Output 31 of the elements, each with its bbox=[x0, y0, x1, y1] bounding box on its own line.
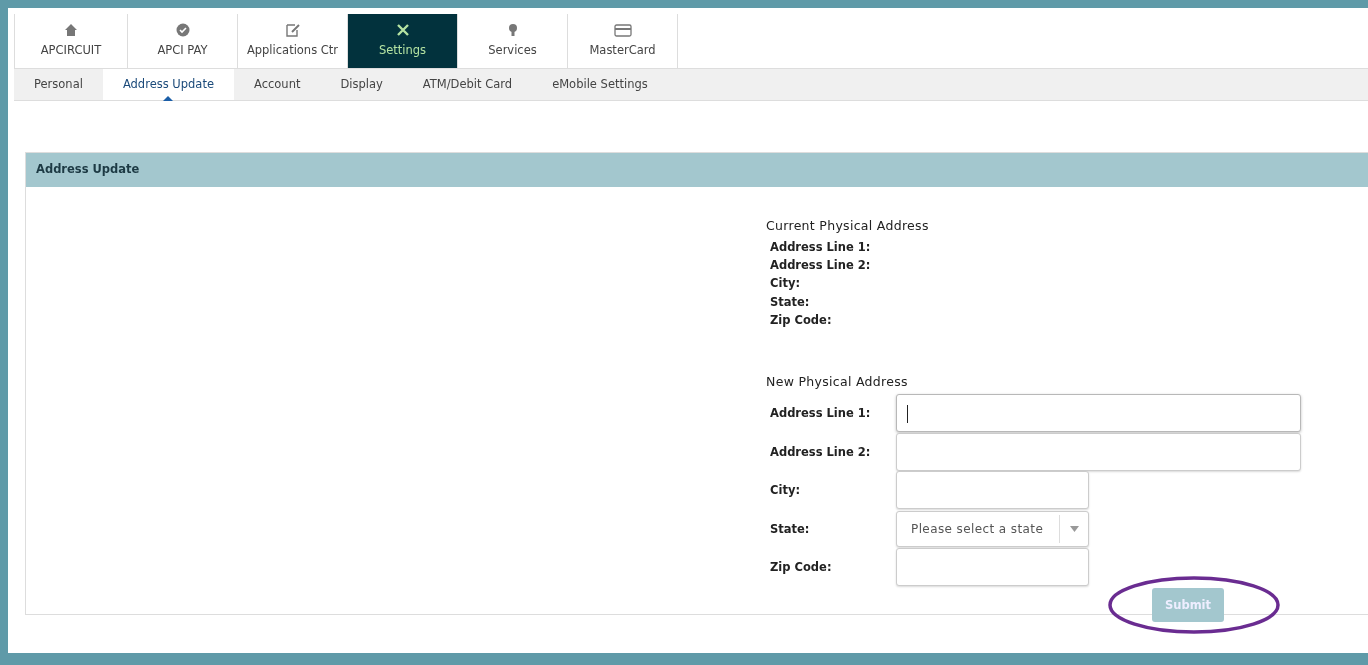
section-heading: New Physical Address bbox=[766, 373, 909, 392]
caret-icon bbox=[1069, 525, 1079, 532]
main-tab[interactable]: Settings bbox=[348, 14, 458, 68]
field-label: Address Line 2: bbox=[769, 443, 872, 461]
state-select[interactable]: Please select a state bbox=[896, 510, 1089, 547]
check-circle-icon bbox=[174, 22, 191, 39]
field-label: Address Line 2: bbox=[769, 257, 872, 275]
section-heading: Current Physical Address bbox=[766, 217, 930, 235]
field-label: Address Line 1: bbox=[769, 238, 872, 256]
sub-tab[interactable]: Account bbox=[234, 69, 321, 100]
field-label: Address Line 1: bbox=[769, 405, 872, 423]
input-field[interactable] bbox=[896, 432, 1301, 471]
main-tab[interactable]: APCIRCUIT bbox=[14, 14, 128, 68]
field-label: State: bbox=[769, 293, 811, 311]
sub-tab[interactable]: Display bbox=[320, 69, 403, 100]
input-field[interactable] bbox=[896, 548, 1089, 587]
field-label: City: bbox=[769, 482, 801, 500]
sub-tab[interactable]: eMobile Settings bbox=[532, 69, 668, 100]
input-field[interactable] bbox=[896, 471, 1089, 510]
sub-tab[interactable]: Address Update bbox=[102, 69, 234, 100]
edit-icon bbox=[284, 22, 301, 39]
card-icon bbox=[613, 22, 632, 39]
field-label: State: bbox=[769, 520, 811, 538]
input-field[interactable] bbox=[896, 394, 1301, 433]
field-label: City: bbox=[769, 275, 801, 293]
home-icon bbox=[63, 22, 79, 39]
sub-tab[interactable]: ATM/Debit Card bbox=[402, 69, 533, 100]
field-label: Zip Code: bbox=[769, 311, 833, 329]
field-label: Zip Code: bbox=[769, 559, 833, 577]
panel-title: Address Update bbox=[26, 153, 1368, 187]
sub-tab[interactable]: Personal bbox=[14, 69, 103, 100]
